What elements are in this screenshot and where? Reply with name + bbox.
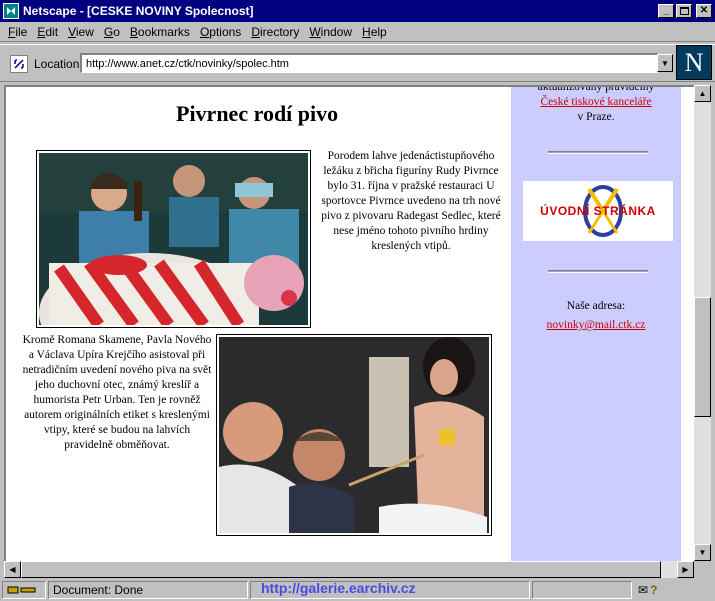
- menu-item-window[interactable]: Window: [309, 25, 352, 39]
- homepage-banner-link[interactable]: ÚVODNÍ STRÁNKA: [523, 181, 673, 241]
- maximize-icon: [679, 7, 689, 15]
- menu-item-bookmarks[interactable]: Bookmarks: [130, 25, 190, 39]
- arrow-left-icon: ◀: [9, 565, 16, 574]
- menu-label-rest: dit: [45, 24, 59, 39]
- menu-label-rest: ile: [15, 24, 28, 39]
- menu-bar: File Edit View Go Bookmarks Options Directory W…: [0, 22, 715, 42]
- article-paragraph-1: Porodem lahve jedenáctistupňového ležáku…: [321, 150, 501, 252]
- scroll-up-button[interactable]: ▲: [694, 85, 711, 102]
- scroll-down-button[interactable]: ▼: [694, 544, 711, 561]
- article-paragraph-2: Kromě Romana Skamene, Pavla Nového a Vác…: [22, 334, 212, 451]
- minimize-icon: _: [663, 5, 669, 16]
- sidebar-ctk-text: České tiskové kanceláře: [511, 95, 681, 110]
- menu-accelerator: V: [68, 24, 76, 39]
- menu-label-rest: o: [113, 24, 120, 39]
- horizontal-scrollbar[interactable]: ◀ ▶: [4, 561, 694, 578]
- arrow-up-icon: ▲: [698, 89, 707, 98]
- menu-item-help[interactable]: Help: [362, 25, 387, 39]
- address-label: Naše adresa:: [566, 300, 626, 312]
- menu-accelerator: O: [199, 24, 210, 39]
- window-title: Netscape - [CESKE NOVINY Spolecnost]: [23, 4, 254, 18]
- menu-accelerator: B: [129, 24, 138, 39]
- menu-item-edit[interactable]: Edit: [37, 25, 58, 39]
- netscape-throbber-logo[interactable]: N: [676, 45, 712, 80]
- menu-label-rest: ptions: [209, 24, 242, 39]
- menu-item-directory[interactable]: Directory: [251, 25, 299, 39]
- article-headline: Pivrnec rodí pivo: [176, 101, 339, 126]
- scroll-left-button[interactable]: ◀: [4, 561, 21, 578]
- status-text: Document: Done: [48, 581, 248, 599]
- maximize-button[interactable]: [676, 4, 692, 18]
- watermark-text: http://galerie.earchiv.cz: [261, 580, 416, 596]
- status-icons: ✉ ?: [634, 581, 684, 599]
- menu-label-rest: irectory: [259, 24, 300, 39]
- menu-item-go[interactable]: Go: [104, 25, 120, 39]
- email-link[interactable]: novinky@mail.ctk.cz: [547, 319, 646, 331]
- close-icon: ✕: [699, 5, 709, 16]
- menu-item-file[interactable]: File: [8, 25, 27, 39]
- location-dropdown-button[interactable]: ▼: [657, 54, 673, 72]
- menu-label-rest: ookmarks: [137, 24, 190, 39]
- location-label: Location:: [34, 57, 83, 71]
- sidebar-divider-1: [548, 151, 648, 154]
- article-photo-2: [216, 334, 492, 536]
- vertical-scroll-thumb[interactable]: [694, 297, 711, 417]
- location-url-field[interactable]: [80, 53, 658, 73]
- menu-accelerator: H: [362, 24, 371, 39]
- ctk-link[interactable]: České tiskové kanceláře: [540, 96, 651, 108]
- vertical-scrollbar[interactable]: ▲ ▼: [694, 85, 711, 561]
- page-viewport: Pivrnec rodí pivo Porodem lahve jedenáct…: [4, 85, 694, 561]
- menu-item-options[interactable]: Options: [200, 25, 241, 39]
- arrow-right-icon: ▶: [682, 565, 689, 574]
- broken-key-icon: [7, 586, 36, 594]
- scroll-right-button[interactable]: ▶: [677, 561, 694, 578]
- photo-birth-scene: [39, 153, 308, 325]
- sidebar-email-text: novinky@mail.ctk.cz: [511, 318, 681, 333]
- minimize-button[interactable]: _: [658, 4, 674, 18]
- sidebar-column: aktualizovaný pravidelný České tiskové k…: [511, 87, 681, 561]
- status-spacer: [532, 581, 632, 599]
- sidebar-partial-text: aktualizovaný pravidelný: [537, 85, 655, 93]
- menu-item-view[interactable]: View: [68, 25, 94, 39]
- menu-accelerator: G: [103, 24, 114, 39]
- menu-accelerator: W: [309, 24, 321, 39]
- mail-icon[interactable]: ✉: [638, 583, 648, 597]
- chevron-down-icon: ▼: [661, 58, 669, 68]
- security-key-indicator[interactable]: [2, 581, 46, 599]
- arrow-down-icon: ▼: [698, 548, 707, 557]
- menu-label-rest: elp: [370, 24, 387, 39]
- title-bar: Netscape - [CESKE NOVINY Spolecnost] _ ✕: [0, 0, 715, 22]
- close-button[interactable]: ✕: [696, 4, 712, 18]
- banner-label: ÚVODNÍ STRÁNKA: [540, 204, 656, 218]
- sidebar-location-text: v Praze.: [577, 111, 615, 123]
- menu-label-rest: iew: [75, 24, 94, 39]
- horizontal-scroll-thumb[interactable]: [21, 561, 661, 578]
- article-photo-1: [36, 150, 311, 328]
- help-icon[interactable]: ?: [650, 583, 657, 597]
- location-toolbar: Location: ▼: [0, 44, 715, 82]
- netscape-app-icon[interactable]: [3, 3, 19, 19]
- sidebar-divider-2: [548, 270, 648, 273]
- article-column: Pivrnec rodí pivo Porodem lahve jedenáct…: [6, 87, 511, 561]
- page-proxy-icon[interactable]: [10, 55, 28, 73]
- photo-painting-scene: [219, 337, 489, 533]
- menu-label-rest: indow: [320, 24, 353, 39]
- menu-accelerator: D: [251, 24, 260, 39]
